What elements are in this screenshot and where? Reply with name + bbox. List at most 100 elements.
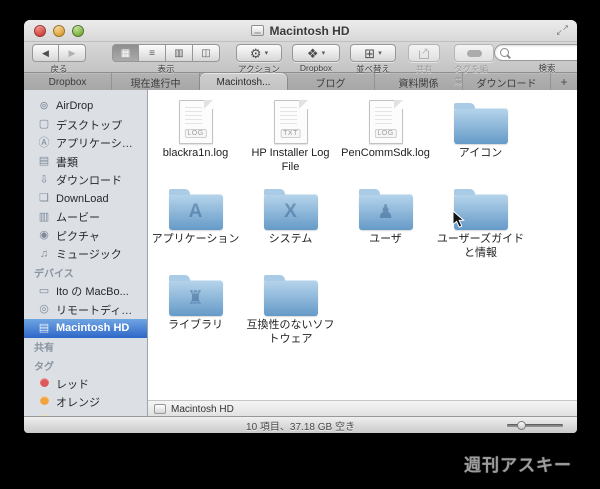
icon-view-button[interactable]: ▦ (112, 44, 139, 62)
dropbox-label: Dropbox (299, 63, 333, 73)
icon-size-slider[interactable] (507, 421, 563, 430)
file-blackra1n-log[interactable]: LOG blackra1n.log (148, 96, 243, 182)
laptop-icon: ▭ (38, 284, 50, 297)
action-button[interactable]: ⚙ ▾ (236, 44, 282, 62)
folder-incompatible-software[interactable]: 互換性のないソフトウェア (243, 268, 338, 354)
users-folder-icon: ♟ (358, 189, 413, 230)
log-file-icon: LOG (178, 100, 213, 144)
grid-view-icon: ▦ (120, 47, 131, 59)
gear-icon: ⚙ (249, 45, 262, 61)
new-tab-button[interactable]: + (551, 73, 577, 91)
chevron-down-icon: ▾ (321, 50, 326, 57)
column-view-icon: ▥ (174, 47, 184, 59)
watermark: 週刊アスキー (464, 456, 572, 475)
movies-icon: ▥ (38, 210, 50, 223)
sidebar-item-desktop[interactable]: ▢ デスクトップ (24, 116, 147, 135)
sidebar-section-shared: 共有 (34, 343, 54, 355)
share-button[interactable]: ↗ (408, 44, 440, 62)
music-icon: ♫ (39, 247, 49, 260)
forward-button[interactable]: ▶ (59, 44, 86, 62)
chevron-down-icon: ▾ (378, 50, 382, 57)
system-folder-icon: X (263, 189, 318, 230)
applications-folder-icon: A (168, 189, 223, 230)
title-bar[interactable]: Macintosh HD ↗ ↙ (24, 20, 577, 42)
folder-users[interactable]: ♟ ユーザ (338, 182, 433, 268)
slider-knob[interactable] (517, 421, 526, 430)
tab-genzai-shinkochu[interactable]: 現在進行中 (112, 73, 200, 91)
folder-icons[interactable]: アイコン (433, 96, 528, 182)
desktop-icon: ▢ (38, 118, 50, 131)
tab-macintosh-hd[interactable]: Macintosh... (200, 73, 287, 91)
column-view-button[interactable]: ▥ (166, 44, 193, 62)
toolbar: ◀ ▶ 戻る ▦ ≡ ▥ ◫ 表示 ⚙ ▾ アクション ❖ ▾ Dropbox … (24, 42, 577, 86)
window-title: Macintosh HD (269, 23, 350, 38)
file-pencommsdk-log[interactable]: LOG PenCommSdk.log (338, 96, 433, 182)
search-input[interactable] (512, 46, 577, 59)
hard-drive-icon (154, 404, 166, 414)
tab-download[interactable]: ダウンロード (463, 73, 551, 91)
documents-icon: ▤ (38, 155, 50, 168)
disc-icon: ◎ (39, 303, 49, 316)
folder-icon: ❏ (39, 192, 49, 205)
dropbox-icon: ❖ (306, 45, 319, 61)
chevron-down-icon: ▾ (264, 50, 269, 57)
edit-tags-button[interactable] (454, 44, 494, 62)
close-button[interactable] (34, 25, 46, 37)
arrange-button[interactable]: ⊞ ▾ (350, 44, 396, 62)
list-view-icon: ≡ (149, 47, 155, 59)
sidebar-item-pictures[interactable]: ◉ ピクチャ (24, 227, 147, 246)
tag-icon (466, 49, 482, 57)
log-file-icon: LOG (368, 100, 403, 144)
folder-icon (453, 103, 508, 144)
path-bar[interactable]: Macintosh HD (148, 400, 577, 417)
mouse-cursor (452, 210, 465, 228)
sidebar-item-remote-disc[interactable]: ◎ リモートディ… (24, 301, 147, 320)
sidebar-section-devices: デバイス (34, 269, 74, 281)
sidebar-item-documents[interactable]: ▤ 書類 (24, 153, 147, 172)
sidebar-item-downloads[interactable]: ⇩ ダウンロード (24, 171, 147, 190)
coverflow-view-button[interactable]: ◫ (193, 44, 220, 62)
sidebar-item-applications[interactable]: Ⓐ アプリケーシ… (24, 134, 147, 153)
airdrop-icon: ⊚ (39, 99, 49, 112)
folder-icon (263, 275, 318, 316)
file-hp-installer-log[interactable]: TXT HP Installer Log File (243, 96, 338, 182)
proxy-disk-icon (251, 25, 265, 36)
orange-tag-icon (40, 396, 49, 406)
folder-system[interactable]: X システム (243, 182, 338, 268)
sidebar-item-macbook[interactable]: ▭ Ito の MacBo... (24, 282, 147, 301)
hard-drive-icon: ▤ (38, 321, 50, 334)
tab-blog[interactable]: ブログ (287, 73, 375, 91)
sidebar: ⊚ AirDrop ▢ デスクトップ Ⓐ アプリケーシ… ▤ 書類 ⇩ ダウンロード ❏ D… (24, 90, 148, 417)
sidebar-tag-orange[interactable]: オレンジ (24, 393, 147, 412)
zoom-button[interactable] (72, 25, 84, 37)
minimize-button[interactable] (53, 25, 65, 37)
folder-library[interactable]: ♜ ライブラリ (148, 268, 243, 354)
sidebar-item-movies[interactable]: ▥ ムービー (24, 208, 147, 227)
list-view-button[interactable]: ≡ (139, 44, 166, 62)
red-tag-icon (40, 377, 49, 387)
arrange-grid-icon: ⊞ (364, 45, 376, 61)
sidebar-item-airdrop[interactable]: ⊚ AirDrop (24, 97, 147, 116)
sidebar-item-download-folder[interactable]: ❏ DownLoad (24, 190, 147, 209)
sidebar-section-tags: タグ (34, 361, 54, 373)
back-button[interactable]: ◀ (32, 44, 59, 62)
share-icon: ↗ (418, 46, 430, 59)
sidebar-item-macintosh-hd[interactable]: ▤ Macintosh HD (24, 319, 147, 338)
folder-users-guide[interactable]: ユーザーズガイドと情報 (433, 182, 528, 268)
txt-file-icon: TXT (273, 100, 308, 144)
downloads-icon: ⇩ (39, 173, 49, 186)
sidebar-tag-red[interactable]: レッド (24, 375, 147, 394)
fullscreen-icon[interactable]: ↗ ↙ (556, 24, 569, 37)
pictures-icon: ◉ (39, 229, 49, 242)
file-browser: LOG blackra1n.log TXT HP Installer Log F… (148, 90, 577, 417)
applications-icon: Ⓐ (38, 136, 50, 149)
dropbox-button[interactable]: ❖ ▾ (292, 44, 340, 62)
status-bar: 10 項目、37.18 GB 空き (24, 416, 577, 433)
library-folder-icon: ♜ (168, 275, 223, 316)
path-location: Macintosh HD (171, 403, 234, 415)
folder-applications[interactable]: A アプリケーション (148, 182, 243, 268)
finder-window: Macintosh HD ↗ ↙ ◀ ▶ 戻る ▦ ≡ ▥ ◫ 表示 ⚙ ▾ ア… (24, 20, 577, 433)
sidebar-item-music[interactable]: ♫ ミュージック (24, 245, 147, 264)
tab-shiryo-kankei[interactable]: 資料関係 (375, 73, 463, 91)
tab-dropbox[interactable]: Dropbox (24, 73, 112, 91)
